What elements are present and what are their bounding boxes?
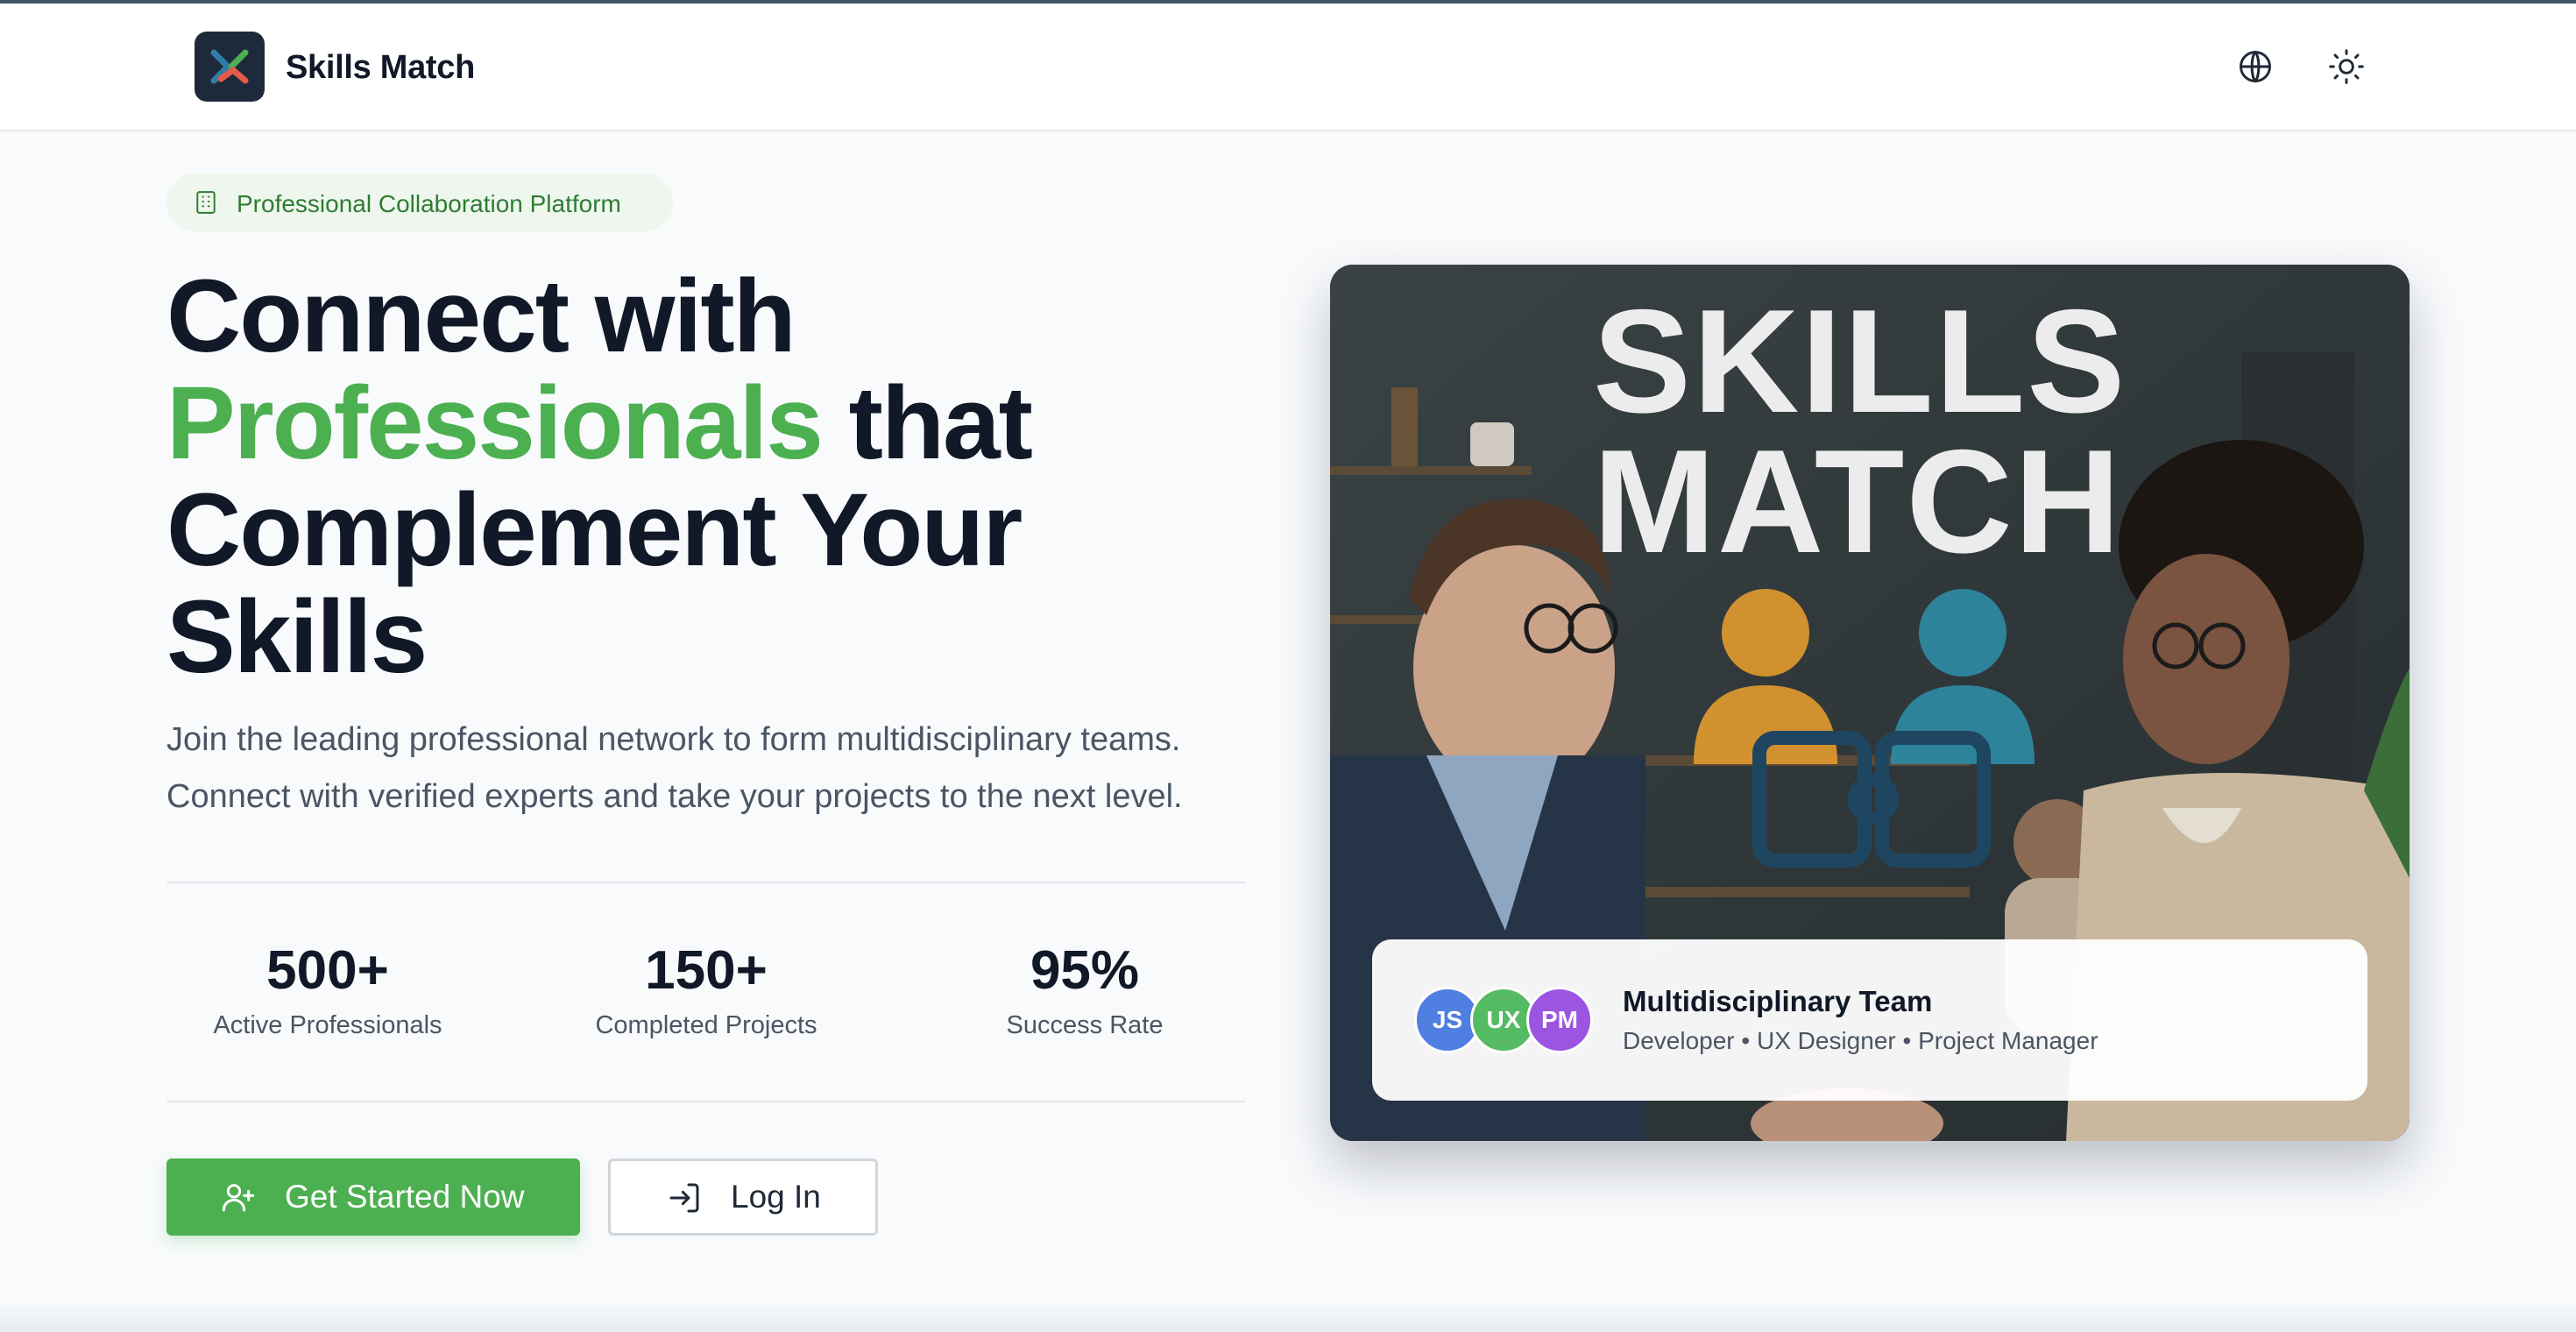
logo-icon[interactable] (195, 32, 265, 102)
brand-name[interactable]: Skills Match (286, 49, 475, 87)
stats-divider-top (166, 882, 1246, 883)
badge-label: Professional Collaboration Platform (237, 190, 621, 217)
log-in-button[interactable]: Log In (608, 1158, 878, 1236)
stat-value: 150+ (645, 940, 768, 1001)
headline-line-4: Skills (166, 579, 428, 695)
log-in-icon (669, 1183, 699, 1213)
image-title-line-2: MATCH (1593, 419, 2123, 584)
sun-icon[interactable] (2327, 47, 2366, 86)
subtitle-line-1: Join the leading professional network to… (166, 721, 1181, 758)
team-title: Multidisciplinary Team (1623, 985, 1933, 1017)
headline-line-2: Professionals that (166, 370, 1306, 477)
headline-line-3: Complement Your (166, 472, 1023, 588)
stat-label: Active Professionals (213, 1011, 442, 1039)
stat-value: 95% (1030, 940, 1140, 1001)
stat-value: 500+ (266, 940, 389, 1001)
building-icon (196, 191, 216, 214)
log-in-label: Log In (731, 1179, 821, 1215)
hero-image-card: SKILLS MATCH JS UX PM Multidisciplinary … (1330, 265, 2410, 1141)
stat-label: Success Rate (1006, 1011, 1164, 1039)
image-title-line-1: SKILLS (1593, 279, 2127, 443)
platform-badge: Professional Collaboration Platform (166, 174, 673, 231)
team-roles: Developer • UX Designer • Project Manage… (1623, 1027, 2098, 1054)
stat-label: Completed Projects (595, 1011, 817, 1039)
stat-success-rate: 95% Success Rate (927, 939, 1242, 1040)
hero-subtitle: Join the leading professional network to… (166, 712, 1288, 825)
headline-accent: Professionals (166, 365, 824, 481)
page-bottom-fade (0, 1302, 2576, 1332)
avatar: PM (1526, 987, 1593, 1053)
hero-headline: Connect with Professionals that Compleme… (166, 263, 1306, 691)
get-started-button[interactable]: Get Started Now (166, 1158, 580, 1236)
team-card: JS UX PM Multidisciplinary Team Develope… (1372, 939, 2367, 1101)
top-navbar: Skills Match (0, 4, 2576, 131)
stat-active-professionals: 500+ Active Professionals (170, 939, 485, 1040)
headline-line-1: Connect with (166, 259, 796, 374)
headline-line-2-rest: that (821, 365, 1033, 481)
user-plus-icon (222, 1184, 255, 1212)
stat-completed-projects: 150+ Completed Projects (548, 939, 864, 1040)
subtitle-line-2: Connect with verified experts and take y… (166, 778, 1183, 815)
get-started-label: Get Started Now (285, 1179, 525, 1215)
globe-icon[interactable] (2236, 47, 2275, 86)
stats-divider-bottom (166, 1101, 1246, 1102)
skills-match-image-title: SKILLS MATCH (1593, 279, 2127, 584)
